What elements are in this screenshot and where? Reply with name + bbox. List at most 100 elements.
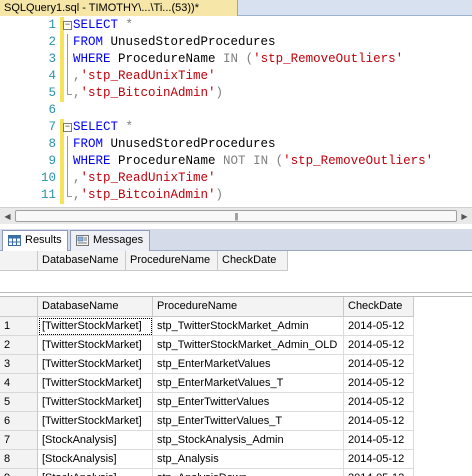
table-cell[interactable]: stp_TwitterStockMarket_Admin_OLD: [153, 336, 344, 355]
change-marker: [60, 153, 64, 170]
results-grid-2[interactable]: DatabaseName ProcedureName CheckDate 1 [T…: [0, 296, 472, 476]
code-text: WHERE ProcedureName NOT IN ('stp_RemoveO…: [73, 154, 434, 168]
collapse-icon[interactable]: −: [63, 21, 72, 30]
table-cell[interactable]: [TwitterStockMarket]: [38, 336, 153, 355]
results-grid-1[interactable]: DatabaseName ProcedureName CheckDate: [0, 251, 472, 293]
row-header[interactable]: 6: [0, 412, 38, 431]
line-number: 4: [48, 69, 56, 83]
column-header[interactable]: DatabaseName: [38, 251, 126, 271]
table-cell[interactable]: [TwitterStockMarket]: [38, 412, 153, 431]
outline-guide: [67, 51, 68, 68]
outline-end: [67, 196, 72, 197]
table-cell[interactable]: 2014-05-12: [344, 317, 414, 336]
row-header[interactable]: 3: [0, 355, 38, 374]
table-cell[interactable]: 2014-05-12: [344, 374, 414, 393]
table-cell[interactable]: 2014-05-12: [344, 393, 414, 412]
code-line[interactable]: 5 ,'stp_BitcoinAdmin'): [0, 85, 472, 102]
code-line[interactable]: 9 WHERE ProcedureName NOT IN ('stp_Remove…: [0, 153, 472, 170]
line-number: 6: [48, 103, 56, 117]
row-header[interactable]: 9: [0, 469, 38, 476]
table-cell[interactable]: 2014-05-12: [344, 336, 414, 355]
column-header[interactable]: CheckDate: [218, 251, 288, 271]
code-text: ,'stp_ReadUnixTime': [73, 171, 216, 185]
code-text: SELECT *: [73, 120, 134, 134]
table-cell[interactable]: stp_TwitterStockMarket_Admin: [153, 317, 344, 336]
table-cell[interactable]: [StockAnalysis]: [38, 469, 153, 476]
change-marker: [60, 136, 64, 153]
table-cell[interactable]: stp_EnterTwitterValues: [153, 393, 344, 412]
line-number: 2: [48, 35, 56, 49]
line-number: 8: [48, 137, 56, 151]
scroll-right-icon[interactable]: ▶: [457, 209, 472, 224]
line-number: 11: [40, 188, 56, 202]
table-cell[interactable]: stp_StockAnalysis_Admin: [153, 431, 344, 450]
table-cell[interactable]: 2014-05-12: [344, 431, 414, 450]
document-tab-bar: SQLQuery1.sql - TIMOTHY\...\Ti...(53))*: [0, 0, 472, 16]
outline-guide: [67, 34, 68, 51]
change-marker: [60, 51, 64, 68]
table-cell[interactable]: [TwitterStockMarket]: [38, 355, 153, 374]
table-cell[interactable]: 2014-05-12: [344, 469, 414, 476]
table-cell[interactable]: stp_AnalysisDown: [153, 469, 344, 476]
change-marker: [60, 187, 64, 204]
row-header[interactable]: 1: [0, 317, 38, 336]
column-header[interactable]: ProcedureName: [126, 251, 218, 271]
row-header[interactable]: 2: [0, 336, 38, 355]
table-cell[interactable]: [TwitterStockMarket]: [38, 393, 153, 412]
code-line[interactable]: 2 FROM UnusedStoredProcedures: [0, 34, 472, 51]
table-cell[interactable]: 2014-05-12: [344, 412, 414, 431]
table-cell[interactable]: stp_EnterMarketValues: [153, 355, 344, 374]
code-line[interactable]: 4 ,'stp_ReadUnixTime': [0, 68, 472, 85]
collapse-icon[interactable]: −: [63, 123, 72, 132]
table-cell[interactable]: 2014-05-12: [344, 450, 414, 469]
grid-corner: [0, 297, 38, 317]
ssms-query-window: SQLQuery1.sql - TIMOTHY\...\Ti...(53))* …: [0, 0, 472, 476]
code-line[interactable]: 8 FROM UnusedStoredProcedures: [0, 136, 472, 153]
table-cell[interactable]: 2014-05-12: [344, 355, 414, 374]
table-cell[interactable]: stp_EnterMarketValues_T: [153, 374, 344, 393]
code-line[interactable]: 7− SELECT *: [0, 119, 472, 136]
row-header[interactable]: 4: [0, 374, 38, 393]
line-number: 10: [40, 171, 56, 185]
code-line[interactable]: 11 ,'stp_BitcoinAdmin'): [0, 187, 472, 204]
outline-guide: [67, 85, 68, 94]
code-text: ,'stp_BitcoinAdmin'): [73, 188, 224, 202]
row-header[interactable]: 8: [0, 450, 38, 469]
line-number: 3: [48, 52, 56, 66]
results-tab-bar: Results Messages: [0, 229, 472, 252]
code-line[interactable]: 1− SELECT *: [0, 17, 472, 34]
code-text: SELECT *: [73, 18, 134, 32]
outline-end: [67, 94, 72, 95]
tab-results[interactable]: Results: [2, 230, 68, 252]
column-header[interactable]: DatabaseName: [38, 297, 153, 317]
scrollbar-thumb[interactable]: |||: [15, 210, 457, 222]
column-header[interactable]: CheckDate: [344, 297, 414, 317]
tab-messages-label: Messages: [93, 234, 144, 246]
grid-corner: [0, 251, 38, 271]
editor-horizontal-scrollbar[interactable]: ◀ ||| ▶: [0, 207, 472, 224]
outline-guide: [67, 136, 68, 153]
table-cell[interactable]: stp_EnterTwitterValues_T: [153, 412, 344, 431]
code-line[interactable]: 10 ,'stp_ReadUnixTime': [0, 170, 472, 187]
outline-guide: [67, 170, 68, 187]
code-text: ,'stp_ReadUnixTime': [73, 69, 216, 83]
table-cell[interactable]: [StockAnalysis]: [38, 431, 153, 450]
query-document-tab[interactable]: SQLQuery1.sql - TIMOTHY\...\Ti...(53))*: [0, 0, 238, 16]
table-cell[interactable]: [StockAnalysis]: [38, 450, 153, 469]
row-header[interactable]: 5: [0, 393, 38, 412]
row-header[interactable]: 7: [0, 431, 38, 450]
line-number: 1: [48, 18, 56, 32]
tab-messages[interactable]: Messages: [70, 230, 150, 251]
scroll-left-icon[interactable]: ◀: [0, 209, 15, 224]
table-cell[interactable]: stp_Analysis: [153, 450, 344, 469]
code-line[interactable]: 3 WHERE ProcedureName IN ('stp_RemoveOutl…: [0, 51, 472, 68]
line-number: 7: [48, 120, 56, 134]
column-header[interactable]: ProcedureName: [153, 297, 344, 317]
sql-editor[interactable]: 1− SELECT * 2 FROM UnusedStoredProcedures 3 W…: [0, 16, 472, 207]
change-marker: [60, 170, 64, 187]
code-text: FROM UnusedStoredProcedures: [73, 137, 276, 151]
code-line[interactable]: 6: [0, 102, 472, 119]
table-cell[interactable]: [TwitterStockMarket]: [38, 374, 153, 393]
line-number: 5: [48, 86, 56, 100]
table-cell[interactable]: [TwitterStockMarket]: [38, 317, 153, 336]
